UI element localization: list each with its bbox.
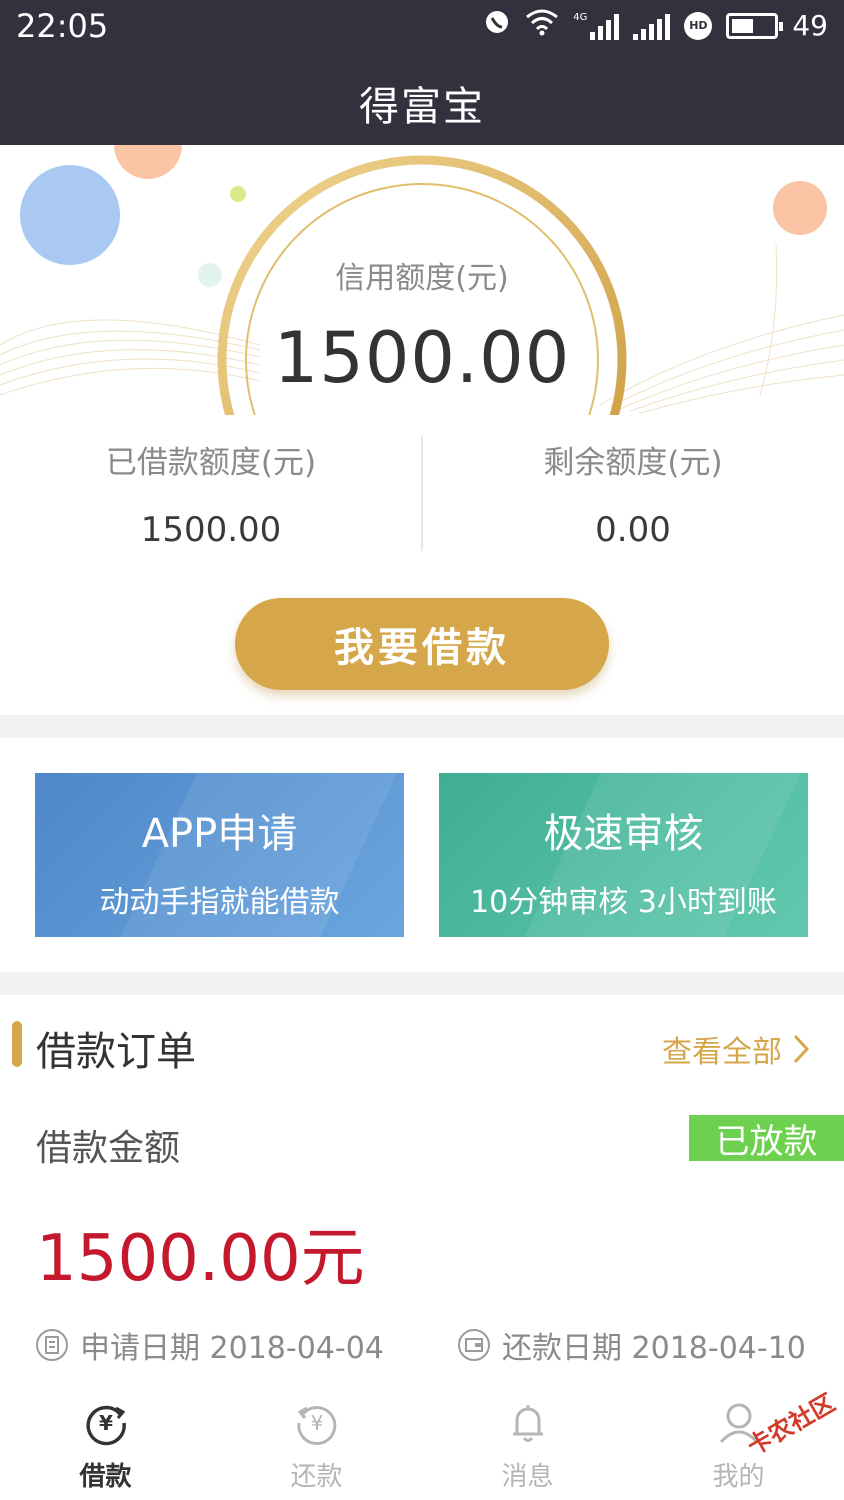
loan-amount-value: 1500.00元 <box>36 1222 365 1296</box>
repay-date: 还款日期 2018-04-10 <box>458 1323 806 1367</box>
borrow-button[interactable]: 我要借款 <box>235 598 609 690</box>
nav-bar: 得富宝 <box>0 52 844 145</box>
svg-text:¥: ¥ <box>310 1411 323 1435</box>
card-title: 极速审核 <box>543 811 704 857</box>
section-accent-bar <box>12 1021 22 1067</box>
tab-label: 消息 <box>501 1462 554 1492</box>
app-apply-card[interactable]: APP申请 动动手指就能借款 <box>35 773 404 937</box>
remaining-amount: 剩余额度(元) 0.00 <box>422 437 844 550</box>
card-subtitle: 10分钟审核 3小时到账 <box>470 885 777 920</box>
bell-icon <box>512 1405 543 1442</box>
feature-cards: APP申请 动动手指就能借款 极速审核 10分钟审核 3小时到账 <box>0 738 844 972</box>
section-title: 借款订单 <box>36 1029 196 1075</box>
page-title: 得富宝 <box>359 84 485 130</box>
phone-icon <box>483 8 511 43</box>
loan-amount-label: 借款金额 <box>36 1128 181 1169</box>
repay-yen-icon: ¥ <box>296 1406 336 1446</box>
status-bar: 22:05 4G HD 49 <box>0 0 844 52</box>
repay-date-text: 还款日期 2018-04-10 <box>502 1331 806 1366</box>
tab-label: 借款 <box>79 1462 132 1492</box>
wifi-icon <box>525 8 559 43</box>
tab-messages[interactable]: 消息 <box>422 1400 633 1493</box>
borrowed-amount: 已借款额度(元) 1500.00 <box>0 437 422 550</box>
credit-limit-label: 信用额度(元) <box>335 261 509 296</box>
status-badge: 已放款 <box>689 1115 844 1162</box>
wallet-icon <box>458 1329 490 1361</box>
apply-date-text: 申请日期 2018-04-04 <box>80 1331 384 1366</box>
view-all-link[interactable]: 查看全部 <box>662 1027 810 1071</box>
bottom-tab-bar: ¥ 借款 ¥ 还款 消息 我的 <box>0 1390 844 1500</box>
signal-icon <box>633 12 671 40</box>
borrowed-label: 已借款额度(元) <box>105 445 317 481</box>
fast-review-card[interactable]: 极速审核 10分钟审核 3小时到账 <box>439 773 808 937</box>
document-icon <box>36 1329 68 1361</box>
remaining-label: 剩余额度(元) <box>543 445 723 481</box>
credit-limit-value: 1500.00 <box>273 317 571 399</box>
view-all-label: 查看全部 <box>662 1035 782 1070</box>
tab-label: 还款 <box>290 1462 343 1492</box>
signal-4g-icon: 4G <box>573 12 620 40</box>
battery-level: 49 <box>792 9 828 42</box>
card-subtitle: 动动手指就能借款 <box>99 885 340 920</box>
svg-text:¥: ¥ <box>99 1411 113 1435</box>
apply-date: 申请日期 2018-04-04 <box>36 1323 384 1367</box>
status-time: 22:05 <box>16 7 109 45</box>
credit-panel: 信用额度(元) 1500.00 已借款额度(元) 1500.00 剩余额度(元)… <box>0 145 844 715</box>
card-title: APP申请 <box>141 811 298 857</box>
tab-loan[interactable]: ¥ 借款 <box>0 1400 211 1493</box>
tab-label: 我的 <box>712 1462 765 1492</box>
loan-orders-section: 借款订单 查看全部 借款金额 已放款 1500.00元 申请日期 2018-04… <box>0 995 844 1390</box>
chevron-right-icon <box>793 1034 810 1064</box>
hd-icon: HD <box>684 11 713 40</box>
borrowed-value: 1500.00 <box>140 510 282 550</box>
remaining-value: 0.00 <box>595 510 671 550</box>
loan-yen-icon: ¥ <box>85 1405 126 1446</box>
tab-repay[interactable]: ¥ 还款 <box>211 1400 422 1493</box>
battery-icon <box>726 12 784 39</box>
status-icons: 4G HD 49 <box>483 8 828 43</box>
